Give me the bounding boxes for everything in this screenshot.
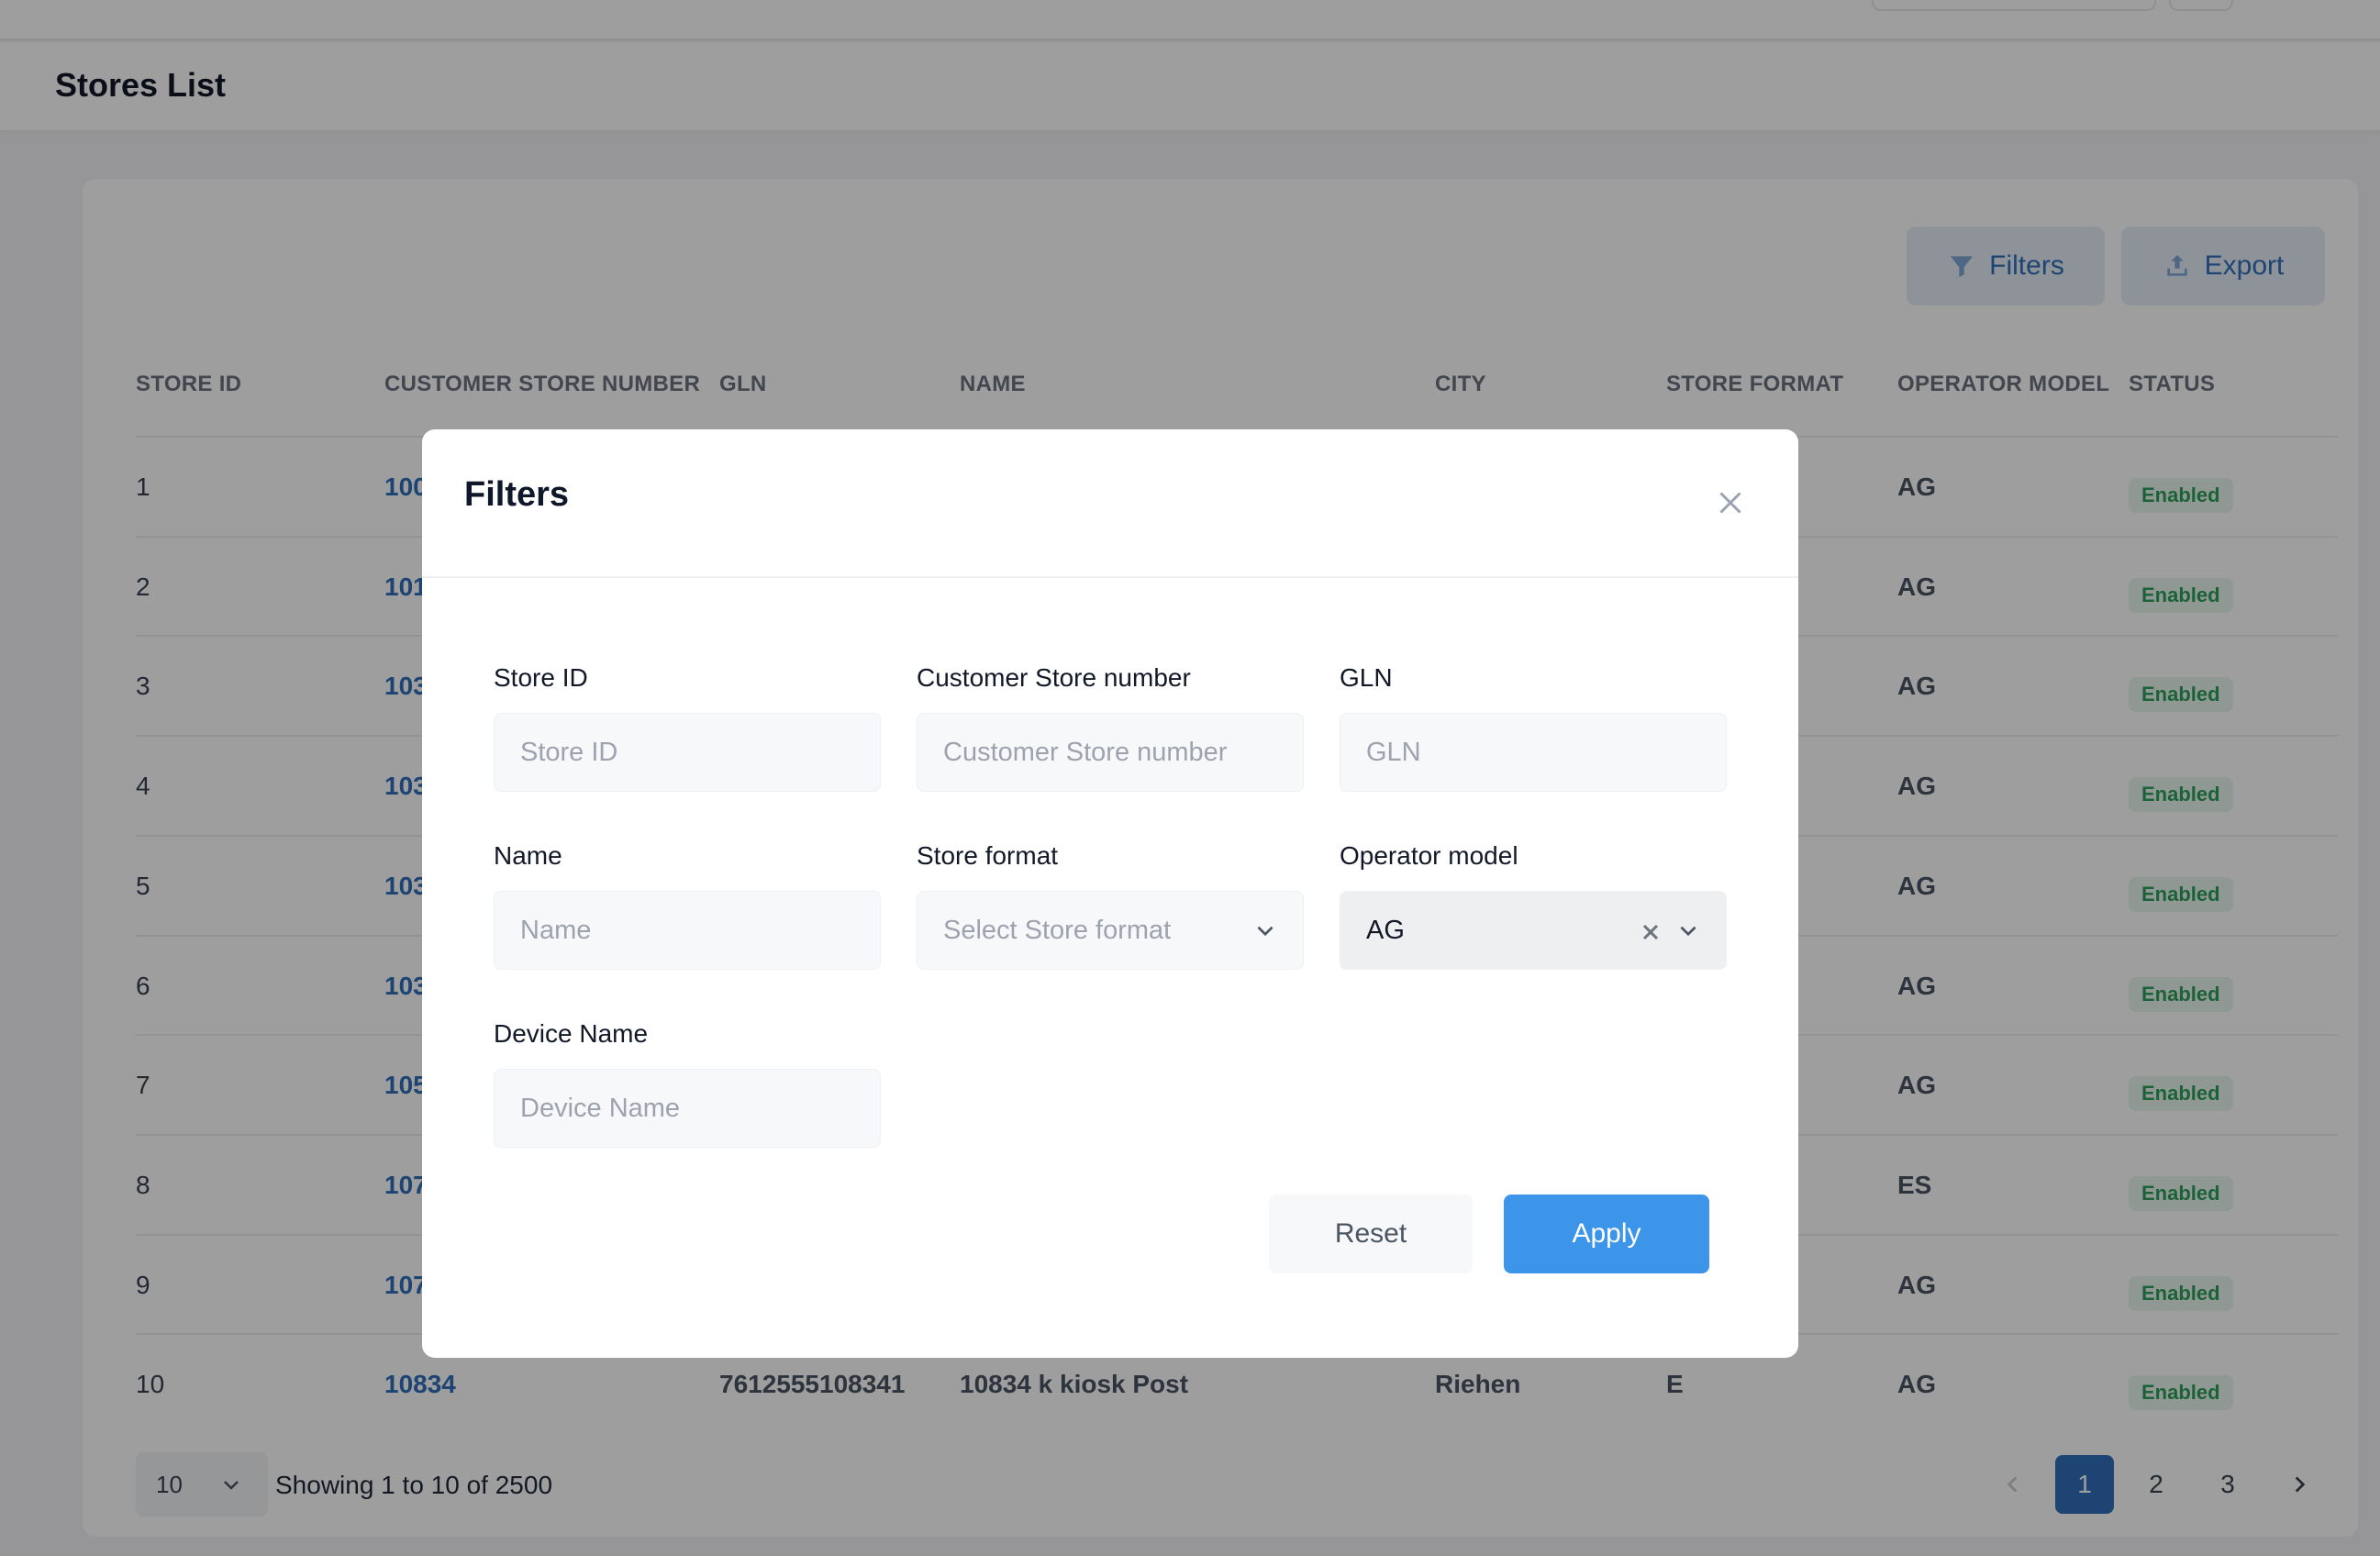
store-format-field: Store format Select Store format — [917, 841, 1304, 970]
chevron-down-icon — [1680, 926, 1696, 937]
operator-model-value: AG — [1366, 915, 1405, 945]
device-name-label: Device Name — [494, 1019, 649, 1048]
chevron-down-icon — [1257, 926, 1273, 937]
device-name-input[interactable] — [494, 1069, 881, 1148]
modal-title: Filters — [464, 475, 570, 514]
store-format-select[interactable]: Select Store format — [917, 891, 1304, 970]
operator-model-select[interactable]: AG — [1340, 891, 1727, 970]
gln-label: GLN — [1340, 663, 1393, 692]
gln-input[interactable] — [1340, 713, 1727, 792]
store-id-label: Store ID — [494, 663, 588, 692]
operator-model-field: Operator model AG — [1340, 841, 1727, 970]
modal-divider — [422, 576, 1798, 578]
close-icon[interactable] — [1714, 486, 1747, 519]
store-format-placeholder: Select Store format — [943, 915, 1172, 945]
filters-modal: Filters Store ID Customer Store number G… — [422, 429, 1798, 1358]
customer-store-number-label: Customer Store number — [917, 663, 1191, 692]
operator-model-label: Operator model — [1340, 841, 1518, 870]
clear-icon[interactable] — [1640, 921, 1662, 943]
name-field: Name — [494, 841, 881, 970]
store-id-input[interactable] — [494, 713, 881, 792]
reset-button[interactable]: Reset — [1269, 1195, 1473, 1273]
store-id-field: Store ID — [494, 663, 881, 792]
name-label: Name — [494, 841, 562, 870]
apply-button[interactable]: Apply — [1504, 1195, 1709, 1273]
gln-field: GLN — [1340, 663, 1727, 792]
store-format-label: Store format — [917, 841, 1059, 870]
device-name-field: Device Name — [494, 1019, 881, 1148]
name-input[interactable] — [494, 891, 881, 970]
customer-store-number-input[interactable] — [917, 713, 1304, 792]
customer-store-number-field: Customer Store number — [917, 663, 1304, 792]
